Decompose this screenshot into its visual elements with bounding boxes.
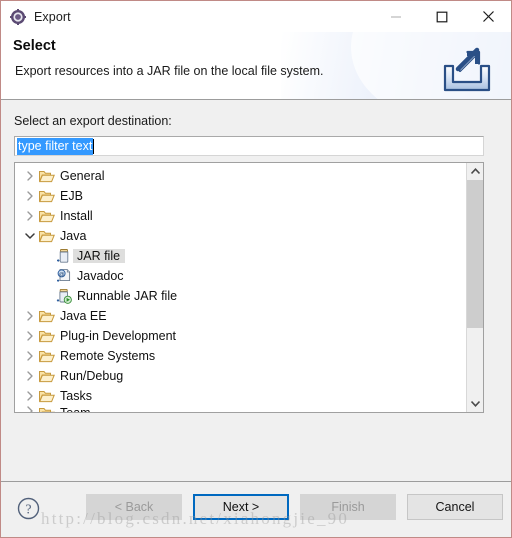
export-wizard-icon (10, 8, 26, 25)
folder-icon (38, 389, 56, 403)
tree-item-label: EJB (60, 189, 83, 203)
tree-item-label: Plug-in Development (60, 329, 177, 343)
scroll-up-arrow-icon[interactable] (467, 163, 483, 180)
window-title: Export (34, 9, 71, 24)
tree-item-general[interactable]: General (15, 166, 466, 186)
chevron-right-icon[interactable] (21, 371, 38, 381)
help-question-icon[interactable]: ? (17, 497, 40, 520)
wizard-button-row: < Back Next > Finish Cancel (75, 494, 503, 520)
tree-item-ejb[interactable]: EJB (15, 186, 466, 206)
tree-item-remote-systems[interactable]: Remote Systems (15, 346, 466, 366)
svg-text:@: @ (59, 272, 64, 278)
tree-item-label: General (60, 169, 105, 183)
export-dialog-window: Export Select Export resources into a JA… (0, 0, 512, 538)
tree-item-label: Install (60, 209, 93, 223)
folder-icon (38, 209, 56, 223)
folder-icon (38, 329, 56, 343)
dialog-body: Select an export destination: type filte… (1, 100, 511, 482)
chevron-right-icon[interactable] (21, 406, 38, 412)
cancel-button[interactable]: Cancel (407, 494, 503, 520)
back-button[interactable]: < Back (86, 494, 182, 520)
svg-text:?: ? (26, 501, 32, 516)
tree-item-install[interactable]: Install (15, 206, 466, 226)
tree-vertical-scrollbar[interactable] (466, 163, 483, 412)
export-destination-tree[interactable]: General EJB Install Java JAR file @ Javadoc Run… (14, 162, 484, 413)
filter-input-value: type filter text (17, 137, 94, 155)
chevron-right-icon[interactable] (21, 331, 38, 341)
folder-icon (38, 169, 56, 183)
tree-item-label: Javadoc (77, 269, 124, 283)
tree-item-label: Team (56, 406, 96, 412)
tree-item-runnable-jar-file[interactable]: Runnable JAR file (15, 286, 466, 306)
chevron-right-icon[interactable] (21, 191, 38, 201)
jar-file-icon (55, 248, 73, 264)
tree-list[interactable]: General EJB Install Java JAR file @ Javadoc Run… (15, 163, 466, 412)
text-caret (93, 138, 95, 154)
tree-item-label: Tasks (60, 389, 92, 403)
tree-item-plug-in-development[interactable]: Plug-in Development (15, 326, 466, 346)
title-bar: Export (1, 1, 511, 32)
tree-item-javadoc[interactable]: @ Javadoc (15, 266, 466, 286)
tree-item-label: Runnable JAR file (77, 289, 178, 303)
tree-item-java-ee[interactable]: Java EE (15, 306, 466, 326)
scroll-down-arrow-icon[interactable] (467, 395, 483, 412)
chevron-right-icon[interactable] (21, 391, 38, 401)
scrollbar-track[interactable] (467, 180, 483, 395)
folder-icon (38, 349, 56, 363)
tree-item-label: JAR file (73, 249, 126, 263)
next-button[interactable]: Next > (193, 494, 289, 520)
tree-item-label: Java (60, 229, 87, 243)
javadoc-icon: @ (55, 268, 73, 284)
tree-item-java[interactable]: Java (15, 226, 466, 246)
folder-icon (38, 406, 56, 412)
chevron-right-icon[interactable] (21, 171, 38, 181)
folder-icon (38, 189, 56, 203)
tree-item-run-debug[interactable]: Run/Debug (15, 366, 466, 386)
minimize-button[interactable] (373, 1, 419, 32)
tree-item-label: Run/Debug (60, 369, 124, 383)
export-destination-label: Select an export destination: (14, 114, 172, 128)
page-description: Export resources into a JAR file on the … (15, 64, 324, 78)
close-button[interactable] (465, 1, 511, 32)
window-controls (373, 1, 511, 32)
folder-icon (38, 309, 56, 323)
page-title: Select (13, 38, 56, 54)
folder-icon (38, 369, 56, 383)
chevron-right-icon[interactable] (21, 311, 38, 321)
dialog-footer: ? < Back Next > Finish Cancel http://blo… (1, 482, 511, 537)
finish-button[interactable]: Finish (300, 494, 396, 520)
export-arrow-tray-icon (439, 42, 495, 94)
filter-input[interactable]: type filter text (14, 136, 484, 156)
folder-icon (38, 229, 56, 243)
chevron-right-icon[interactable] (21, 351, 38, 361)
tree-item-label: Java EE (60, 309, 107, 323)
tree-item-tasks[interactable]: Tasks (15, 386, 466, 406)
maximize-button[interactable] (419, 1, 465, 32)
chevron-right-icon[interactable] (21, 211, 38, 221)
tree-item-jar-file[interactable]: JAR file (15, 246, 466, 266)
tree-item-team[interactable]: Team (15, 406, 466, 412)
runnable-jar-icon (55, 288, 73, 304)
wizard-banner: Select Export resources into a JAR file … (1, 32, 511, 100)
chevron-down-icon[interactable] (21, 232, 38, 240)
tree-item-label: Remote Systems (60, 349, 156, 363)
scrollbar-thumb[interactable] (467, 180, 483, 329)
